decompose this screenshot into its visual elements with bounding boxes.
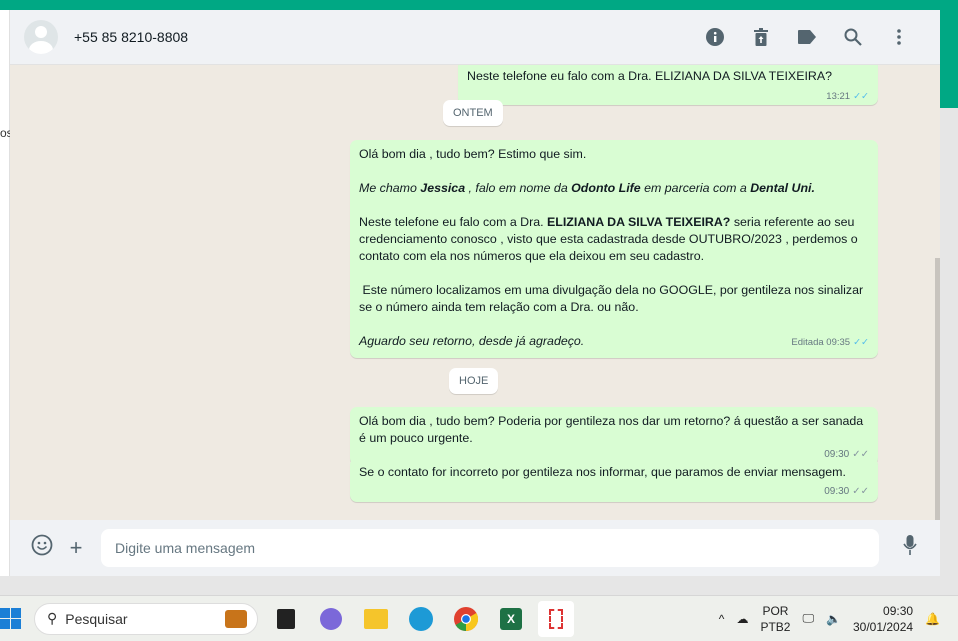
message-fragment: Me chamo bbox=[359, 181, 421, 195]
taskbar-search[interactable]: ⚲ Pesquisar bbox=[34, 602, 258, 635]
network-icon[interactable]: 🖵 bbox=[802, 611, 814, 626]
excel-icon[interactable]: X bbox=[493, 601, 529, 637]
message-bubble[interactable]: Neste telefone eu falo com a Dra. ELIZIA… bbox=[458, 65, 878, 105]
message-time: 09:30 bbox=[824, 486, 850, 497]
edge-icon[interactable] bbox=[403, 601, 439, 637]
language-label: POR bbox=[762, 603, 789, 618]
message-fragment: em parceria com a bbox=[640, 181, 751, 195]
chat-header[interactable]: +55 85 8210-8808 bbox=[10, 10, 940, 65]
clock[interactable]: 09:30 30/01/2024 bbox=[853, 603, 913, 635]
message-text: Olá bom dia , tudo bem? Poderia por gent… bbox=[359, 414, 864, 445]
search-icon: ⚲ bbox=[47, 610, 58, 626]
info-icon[interactable] bbox=[692, 22, 738, 52]
taskbar: ⚲ Pesquisar X ^ ☁ POR PTB2 🖵 🔈 09:30 30/01/… bbox=[0, 595, 958, 641]
edited-label: Editada bbox=[791, 337, 824, 348]
date-divider: ONTEM bbox=[443, 100, 503, 126]
clock-time: 09:30 bbox=[883, 603, 914, 618]
volume-icon[interactable]: 🔈 bbox=[826, 612, 841, 626]
message-line: Olá bom dia , tudo bem? Estimo que sim. bbox=[359, 147, 587, 161]
message-fragment: , falo em nome da bbox=[465, 181, 572, 195]
message-text: Se o contato for incorreto por gentileza… bbox=[359, 465, 846, 479]
clock-date: 30/01/2024 bbox=[852, 619, 914, 634]
teams-icon[interactable] bbox=[313, 601, 349, 637]
contact-name[interactable]: +55 85 8210-8808 bbox=[74, 29, 188, 45]
app-top-bar bbox=[0, 0, 958, 10]
language-indicator[interactable]: POR PTB2 bbox=[760, 603, 790, 635]
file-explorer-icon[interactable] bbox=[358, 601, 394, 637]
message-fragment: ELIZIANA DA SILVA TEIXEIRA? bbox=[547, 215, 731, 229]
double-check-icon: ✓✓ bbox=[853, 337, 869, 348]
message-fragment: Odonto Life bbox=[571, 181, 641, 195]
message-time: 13:21 bbox=[826, 91, 851, 102]
message-time: 09:35 bbox=[826, 337, 851, 348]
chat-list-edge: os bbox=[0, 10, 13, 576]
message-bubble[interactable]: Olá bom dia , tudo bem? Poderia por gent… bbox=[350, 407, 878, 465]
menu-icon[interactable] bbox=[876, 22, 922, 52]
composer: + Digite uma mensagem bbox=[10, 520, 940, 576]
app-top-bar-edge bbox=[940, 0, 958, 108]
notification-bell-icon[interactable]: 🔔 bbox=[925, 612, 940, 626]
avatar[interactable] bbox=[24, 20, 58, 54]
message-fragment: Jessica bbox=[420, 181, 466, 195]
message-fragment: Dental Uni. bbox=[750, 181, 815, 195]
date-divider: HOJE bbox=[449, 368, 499, 394]
message-line: Este número localizamos em uma divulgaçã… bbox=[359, 283, 867, 314]
message-text: Neste telefone eu falo com a Dra. ELIZIA… bbox=[467, 69, 833, 83]
search-icon[interactable] bbox=[830, 22, 876, 52]
chrome-icon[interactable] bbox=[448, 601, 484, 637]
snipping-tool-icon[interactable] bbox=[538, 600, 574, 637]
keyboard-layout-label: PTB2 bbox=[760, 619, 791, 634]
message-fragment: Neste telefone eu falo com a Dra. bbox=[359, 215, 548, 229]
message-input-placeholder: Digite uma mensagem bbox=[115, 540, 256, 556]
message-line: Aguardo seu retorno, desde já agradeço. bbox=[359, 334, 585, 348]
trash-icon[interactable] bbox=[738, 22, 784, 52]
chat-area[interactable]: Neste telefone eu falo com a Dra. ELIZIA… bbox=[10, 65, 940, 520]
emoji-icon[interactable] bbox=[25, 534, 59, 562]
message-input[interactable]: Digite uma mensagem bbox=[101, 529, 879, 567]
taskbar-search-label: Pesquisar bbox=[65, 610, 128, 627]
label-icon[interactable] bbox=[784, 22, 830, 52]
windows-start-icon[interactable] bbox=[0, 608, 22, 633]
task-view-icon[interactable] bbox=[268, 601, 304, 637]
double-check-icon: ✓✓ bbox=[853, 91, 869, 102]
message-bubble[interactable]: Olá bom dia , tudo bem? Estimo que sim. … bbox=[350, 140, 878, 358]
scrollbar[interactable] bbox=[935, 258, 940, 520]
attach-plus-icon[interactable]: + bbox=[59, 535, 93, 561]
double-check-icon: ✓✓ bbox=[852, 486, 869, 497]
chevron-up-icon[interactable]: ^ bbox=[719, 612, 725, 626]
briefcase-icon bbox=[225, 609, 247, 628]
message-bubble[interactable]: Se o contato for incorreto por gentileza… bbox=[350, 458, 878, 502]
cloud-off-icon[interactable]: ☁ bbox=[736, 612, 748, 626]
microphone-icon[interactable] bbox=[893, 534, 927, 562]
